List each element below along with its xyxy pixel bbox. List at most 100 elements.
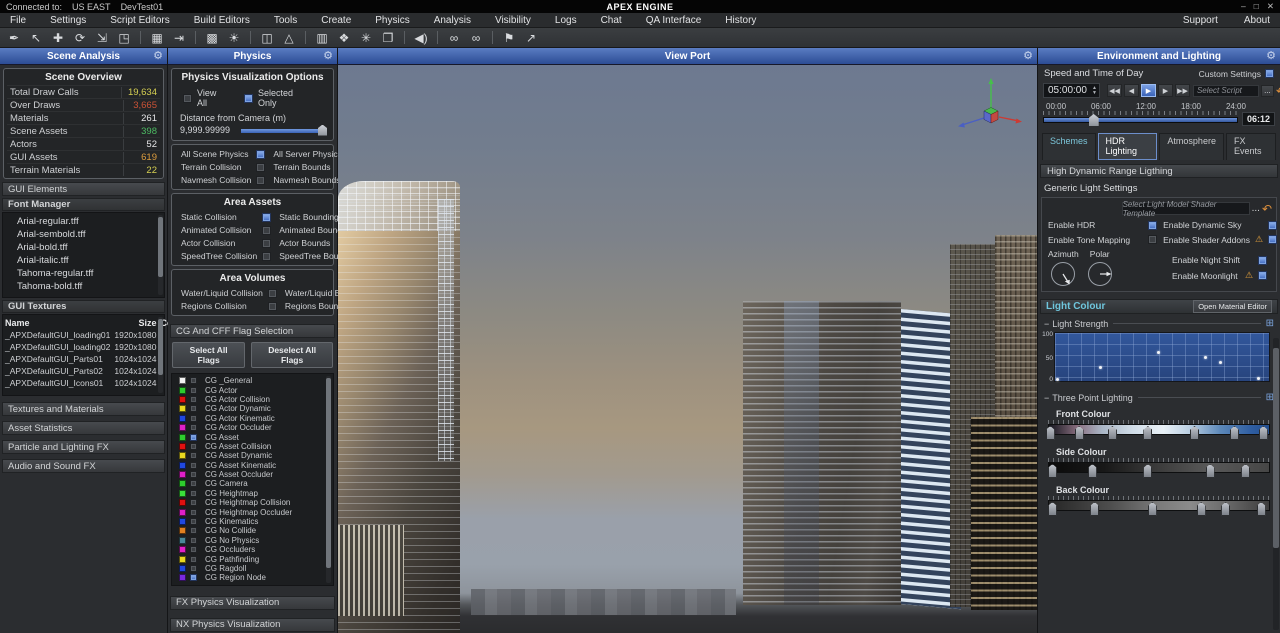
cg-flag-item[interactable]: CG Actor Kinematic [172, 414, 333, 423]
cg-flag-item[interactable]: CG Occluders [172, 545, 333, 554]
pick-effect-icon[interactable]: ❖ [333, 30, 355, 46]
close-button[interactable]: ✕ [1267, 1, 1274, 12]
menu-item-logs[interactable]: Logs [555, 15, 577, 26]
menu-item-create[interactable]: Create [321, 15, 351, 26]
menu-item-chat[interactable]: Chat [601, 15, 622, 26]
cg-flag-item[interactable]: CG Actor Occluder [172, 423, 333, 432]
flag-checkbox[interactable] [190, 462, 197, 469]
gear-icon[interactable]: ⚙ [153, 49, 163, 62]
section-fx-physics-visualization[interactable]: FX Physics Visualization [170, 596, 335, 610]
section-gui-elements[interactable]: GUI Elements [2, 182, 165, 196]
rotate-tool-icon[interactable]: ⟳ [69, 30, 91, 46]
select-all-flags-button[interactable]: Select All Flags [172, 342, 245, 368]
script-undo-icon[interactable]: ↶ [1276, 86, 1280, 96]
section-asset-statistics[interactable]: Asset Statistics [2, 421, 165, 435]
section-font-manager[interactable]: Font Manager [2, 198, 165, 211]
section-nx-physics-visualization[interactable]: NX Physics Visualization [170, 618, 335, 632]
cg-flag-item[interactable]: CG Asset Collision [172, 442, 333, 451]
cg-flag-item[interactable]: CG Actor Dynamic [172, 404, 333, 413]
font-list-scrollbar[interactable] [158, 215, 163, 295]
toggle-checkbox[interactable] [1268, 221, 1277, 230]
hdr-section-bar[interactable]: High Dynamic Range Ligthing [1040, 164, 1278, 178]
deselect-all-flags-button[interactable]: Deselect All Flags [251, 342, 333, 368]
view-all-checkbox[interactable] [183, 94, 192, 103]
step-forward-button[interactable]: ▶ [1158, 84, 1173, 97]
viewport-3d-scene[interactable] [338, 65, 1037, 633]
cg-flag-item[interactable]: CG Asset [172, 432, 333, 441]
menu-item-physics[interactable]: Physics [375, 15, 409, 26]
section-particle-and-lighting-fx[interactable]: Particle and Lighting FX [2, 440, 165, 454]
font-list-item[interactable]: Arial-bold.tff [3, 241, 164, 254]
time-of-day-field[interactable]: 05:00:00 ▲ ▼ [1043, 83, 1100, 98]
tab-atmosphere[interactable]: Atmosphere [1159, 133, 1224, 160]
flag-checkbox[interactable] [190, 405, 197, 412]
toggle-checkbox[interactable] [1148, 221, 1157, 230]
shader-browse-button[interactable]: ... [1252, 203, 1260, 214]
font-list-item[interactable]: Tahoma-regular.tff [3, 267, 164, 280]
toggle-checkbox[interactable] [1148, 235, 1157, 244]
flag-checkbox[interactable] [190, 434, 197, 441]
gear-icon[interactable]: ⚙ [1266, 49, 1276, 62]
cg-flag-item[interactable]: CG Heightmap [172, 489, 333, 498]
script-book-icon[interactable]: ❐ [377, 30, 399, 46]
font-list-item[interactable]: Arial-regular.tff [3, 215, 164, 228]
flag-checkbox[interactable] [190, 565, 197, 572]
font-list-item[interactable]: Arial-sembold.tff [3, 228, 164, 241]
cg-flag-item[interactable]: CG Heightmap Occluder [172, 507, 333, 516]
flag-checkbox[interactable] [190, 424, 197, 431]
cg-flag-item[interactable]: CG No Collide [172, 526, 333, 535]
tab-schemes[interactable]: Schemes [1042, 133, 1096, 160]
time-slider-handle[interactable] [1089, 114, 1099, 126]
tab-fx-events[interactable]: FX Events [1226, 133, 1276, 160]
flag-checkbox[interactable] [190, 499, 197, 506]
toggle-checkbox[interactable] [268, 302, 277, 311]
scale-tool-icon[interactable]: ⇲ [91, 30, 113, 46]
time-of-day-slider[interactable] [1043, 111, 1238, 127]
level-terrain-icon[interactable]: △ [278, 30, 300, 46]
cg-flag-item[interactable]: CG Asset Occluder [172, 470, 333, 479]
flag-list-scrollbar[interactable] [326, 376, 331, 583]
time-spin-down-icon[interactable]: ▼ [1092, 91, 1097, 96]
menu-item-tools[interactable]: Tools [274, 15, 297, 26]
cg-flag-item[interactable]: CG No Physics [172, 536, 333, 545]
selected-only-checkbox[interactable] [244, 94, 253, 103]
shader-undo-icon[interactable]: ↶ [1262, 204, 1272, 214]
menu-item-analysis[interactable]: Analysis [434, 15, 471, 26]
light-strength-header[interactable]: − Light Strength ⊞ [1038, 314, 1280, 331]
toggle-checkbox[interactable] [256, 176, 265, 185]
rewind-button[interactable]: ◀◀ [1107, 84, 1122, 97]
resize-tool-icon[interactable]: ◳ [113, 30, 135, 46]
select-script-dropdown[interactable]: Select Script [1193, 85, 1259, 97]
gradient-slider-bar[interactable] [1048, 500, 1270, 511]
open-material-editor-button[interactable]: Open Material Editor [1193, 300, 1272, 313]
gear-icon[interactable]: ⚙ [323, 49, 333, 62]
toggle-checkbox[interactable] [262, 239, 271, 248]
cg-flag-item[interactable]: CG Actor [172, 385, 333, 394]
flag-checkbox[interactable] [190, 471, 197, 478]
flag-checkbox[interactable] [190, 480, 197, 487]
cg-flag-item[interactable]: CG Actor Collision [172, 395, 333, 404]
toggle-checkbox[interactable] [1258, 256, 1267, 265]
flag-checkbox[interactable] [190, 509, 197, 516]
light-strength-graph[interactable]: 100500 [1054, 332, 1270, 382]
environment-scrollbar[interactable] [1273, 338, 1279, 630]
section-gui-textures[interactable]: GUI Textures [2, 300, 165, 313]
play-button[interactable]: ▶ [1141, 84, 1156, 97]
cg-flag-item[interactable]: CG Asset Dynamic [172, 451, 333, 460]
align-snap-icon[interactable]: ⇥ [168, 30, 190, 46]
flag-checkbox[interactable] [190, 527, 197, 534]
cg-flag-item[interactable]: CG _General [172, 376, 333, 385]
section-textures-and-materials[interactable]: Textures and Materials [2, 402, 165, 416]
flag-checkbox[interactable] [190, 490, 197, 497]
menu-item-qa-interface[interactable]: QA Interface [646, 15, 702, 26]
cg-flag-item[interactable]: CG Camera [172, 479, 333, 488]
toggle-checkbox[interactable] [1258, 271, 1267, 280]
flag-checkbox[interactable] [190, 415, 197, 422]
snap-grid-icon[interactable]: ▦ [146, 30, 168, 46]
flag-checkbox[interactable] [190, 556, 197, 563]
gradient-slider-bar[interactable] [1048, 462, 1270, 473]
walk-arrow-icon[interactable]: ↗ [520, 30, 542, 46]
cg-flag-item[interactable]: CG Pathfinding [172, 554, 333, 563]
walk-flag-icon[interactable]: ⚑ [498, 30, 520, 46]
terrain-lock-icon[interactable]: ▩ [201, 30, 223, 46]
